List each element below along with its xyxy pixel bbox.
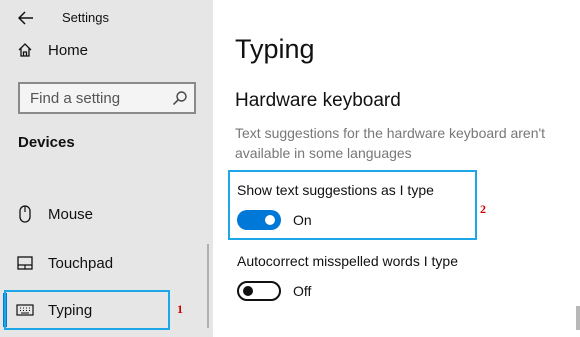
toggle-state-autocorrect: Off bbox=[293, 283, 312, 299]
sidebar-item-touchpad[interactable]: Touchpad bbox=[0, 243, 205, 283]
touchpad-icon bbox=[16, 254, 34, 272]
main-panel: Typing Hardware keyboard Text suggestion… bbox=[213, 0, 580, 337]
section-title: Hardware keyboard bbox=[235, 90, 401, 111]
search-input[interactable]: Find a setting bbox=[18, 82, 196, 114]
highlight-box-typing bbox=[4, 290, 170, 330]
annotation-marker-2: 2 bbox=[480, 202, 486, 216]
sidebar-item-mouse[interactable]: Mouse bbox=[0, 194, 205, 234]
setting-label-autocorrect: Autocorrect misspelled words I type bbox=[237, 253, 458, 269]
back-arrow-icon bbox=[18, 11, 33, 25]
section-heading-devices: Devices bbox=[18, 134, 75, 151]
main-scrollbar[interactable] bbox=[576, 306, 580, 330]
search-icon[interactable] bbox=[172, 90, 188, 106]
autocorrect-toggle[interactable] bbox=[237, 281, 281, 301]
toggle-knob bbox=[243, 286, 253, 296]
sidebar-item-label: Mouse bbox=[48, 205, 94, 223]
section-description: Text suggestions for the hardware keyboa… bbox=[235, 125, 546, 161]
home-icon bbox=[16, 41, 34, 59]
highlight-box-text-suggestions bbox=[228, 170, 477, 240]
sidebar-item-label: Home bbox=[48, 41, 89, 59]
sidebar-scrollbar[interactable] bbox=[207, 244, 209, 328]
back-button[interactable] bbox=[14, 7, 38, 29]
mouse-icon bbox=[16, 205, 34, 223]
page-title: Typing bbox=[235, 34, 315, 64]
sidebar-item-home[interactable]: Home bbox=[0, 30, 205, 70]
app-title: Settings bbox=[62, 10, 109, 25]
annotation-marker-1: 1 bbox=[177, 302, 183, 316]
sidebar-item-label: Touchpad bbox=[48, 254, 114, 272]
search-placeholder: Find a setting bbox=[30, 90, 121, 107]
sidebar: Settings Home Find a setting Devices Mou… bbox=[0, 0, 213, 337]
